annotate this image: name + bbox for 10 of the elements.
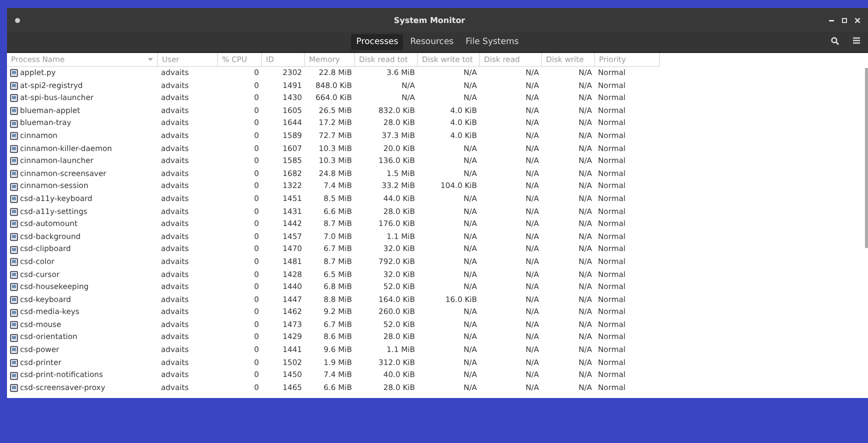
menu-icon[interactable]: [15, 18, 20, 22]
menu-icon[interactable]: [853, 37, 860, 44]
search-icon[interactable]: [831, 37, 839, 45]
tab[interactable]: File Systems: [460, 34, 524, 50]
scrollbar[interactable]: [865, 68, 868, 248]
close-icon[interactable]: [855, 18, 860, 22]
window-title: System Monitor: [392, 16, 466, 24]
tab[interactable]: Processes: [351, 34, 404, 50]
tab[interactable]: Resources: [405, 34, 459, 50]
maximize-icon[interactable]: [842, 18, 847, 22]
